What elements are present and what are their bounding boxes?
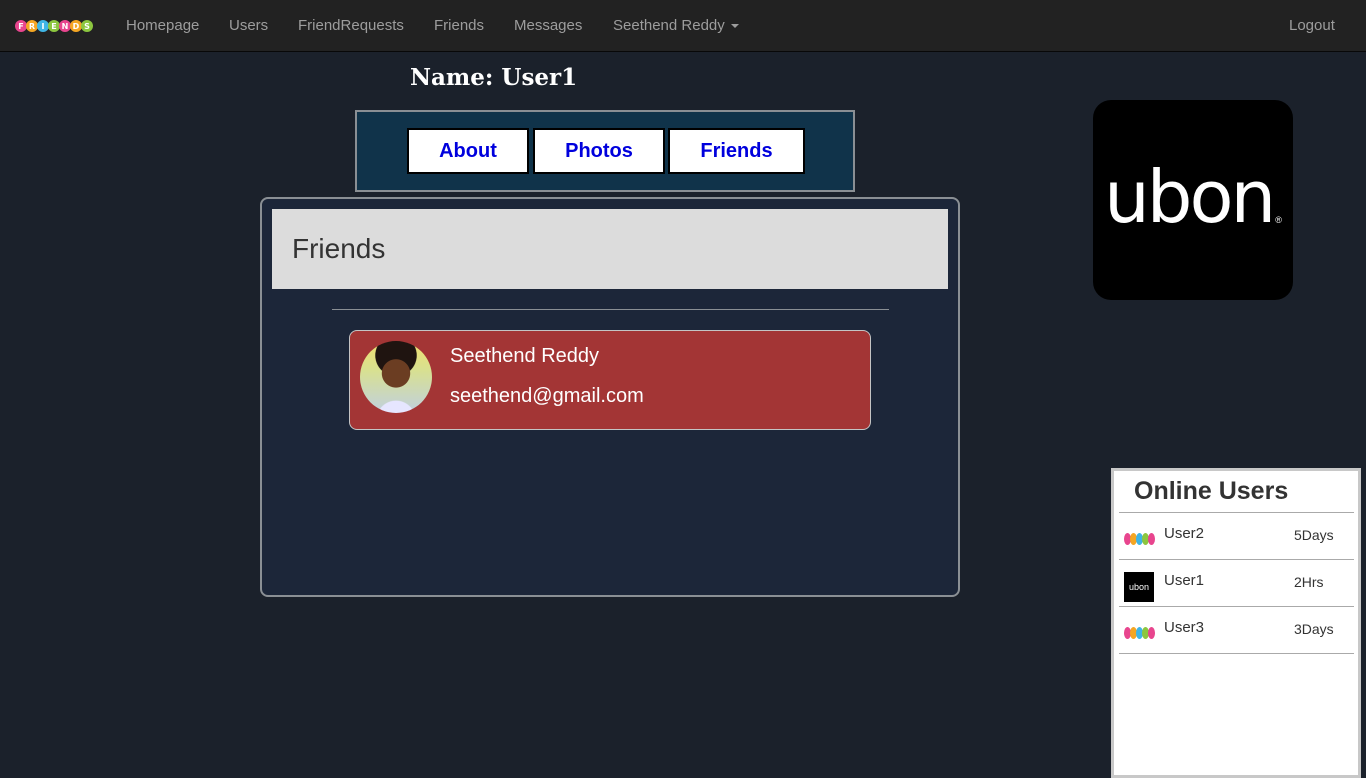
profile-tab-bar: About Photos Friends — [355, 110, 855, 192]
friends-tab-button[interactable]: Friends — [668, 128, 805, 174]
nav-friends-link[interactable]: Friends — [434, 0, 484, 52]
online-user-row[interactable]: User3 3Days — [1119, 607, 1354, 653]
online-user-time: 5Days — [1294, 527, 1334, 543]
nav-friend-requests-link[interactable]: FriendRequests — [298, 0, 404, 52]
user-menu-dropdown[interactable]: Seethend Reddy — [613, 0, 739, 52]
photos-tab-button[interactable]: Photos — [533, 128, 665, 174]
online-user-name: User1 — [1164, 572, 1205, 589]
online-user-row[interactable]: ubon User1 2Hrs — [1119, 560, 1354, 606]
logout-link[interactable]: Logout — [1289, 0, 1335, 52]
online-user-row[interactable]: User2 5Days — [1119, 513, 1354, 559]
divider — [332, 309, 889, 310]
ubon-logo-image: ubon ® — [1093, 100, 1293, 300]
friends-brand-logo[interactable]: F R I E N D S — [15, 15, 93, 37]
nav-messages-link[interactable]: Messages — [514, 0, 582, 52]
user-menu-label: Seethend Reddy — [613, 17, 725, 34]
online-users-title: Online Users — [1134, 477, 1289, 505]
brand-letter: S — [81, 20, 93, 32]
friends-logo-icon — [1124, 529, 1155, 549]
friends-panel-title: Friends — [272, 209, 948, 289]
ubon-logo-icon: ubon — [1124, 572, 1154, 602]
ubon-logo-text: ubon — [1104, 155, 1276, 239]
profile-name-heading: Name: User1 — [410, 64, 578, 91]
caret-down-icon — [730, 24, 739, 29]
nav-homepage-link[interactable]: Homepage — [126, 0, 199, 52]
online-user-name: User3 — [1164, 619, 1205, 636]
friend-email: seethend@gmail.com — [450, 385, 644, 407]
nav-users-link[interactable]: Users — [229, 0, 268, 52]
online-users-panel: Online Users User2 5Days ubon User1 2Hrs… — [1111, 468, 1361, 778]
friends-panel: Friends Seethend Reddy seethend@gmail.co… — [260, 197, 960, 597]
top-navbar: F R I E N D S Homepage Users FriendReque… — [0, 0, 1366, 52]
online-user-name: User2 — [1164, 525, 1205, 542]
about-tab-button[interactable]: About — [407, 128, 529, 174]
online-user-time: 2Hrs — [1294, 574, 1324, 590]
friend-card[interactable]: Seethend Reddy seethend@gmail.com — [349, 330, 871, 430]
friend-name: Seethend Reddy — [450, 345, 600, 367]
divider — [1119, 653, 1354, 654]
registered-mark: ® — [1275, 215, 1282, 225]
friends-logo-icon — [1124, 623, 1155, 643]
online-user-time: 3Days — [1294, 621, 1334, 637]
friend-avatar — [360, 341, 432, 413]
